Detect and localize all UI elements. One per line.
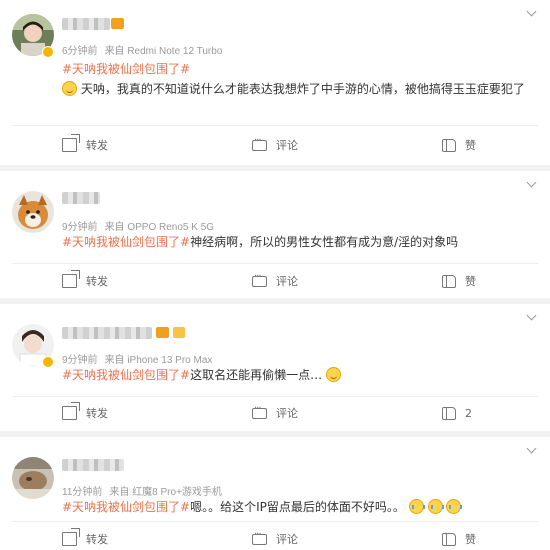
member-badge-icon (111, 18, 124, 29)
chevron-down-icon[interactable] (526, 179, 538, 191)
comment-label: 评论 (276, 407, 298, 420)
comment-button[interactable]: 评论 (252, 271, 298, 291)
crown-badge-icon (156, 327, 169, 338)
crying-emoji-icon (446, 499, 463, 514)
verified-badge (42, 356, 54, 368)
action-bar: 转发 评论 赞 (0, 271, 550, 291)
comment-body: 天呐，我真的不知道说什么才能表达我想炸了中手游的心情，被他搞得玉玉症要犯了 (80, 82, 525, 96)
post-source: 来自 Redmi Note 12 Turbo (104, 46, 223, 57)
comment-body: 神经病啊，所以的男性女性都有成为意/淫的对象吗 (190, 235, 459, 249)
comment-body: 这取名还能再偷懒一点… (190, 368, 323, 382)
comment-icon (252, 529, 267, 545)
action-bar: 转发 评论 赞 (0, 135, 550, 155)
thumbs-up-icon (442, 274, 456, 288)
like-button[interactable]: 赞 (442, 135, 476, 155)
comment-body: 嗯。。给这个IP留点最后的体面不好吗。。 (190, 500, 405, 514)
post-source: 来自 红魔8 Pro+游戏手机 (109, 487, 222, 498)
comment-label: 评论 (276, 533, 298, 546)
post-time: 9分钟前 (62, 355, 98, 366)
crying-emoji-icon (408, 499, 425, 514)
repost-label: 转发 (86, 139, 108, 152)
post-source: 来自 iPhone 13 Pro Max (104, 355, 213, 366)
like-label: 赞 (465, 533, 476, 546)
post-time: 6分钟前 (62, 46, 98, 57)
divider (12, 263, 538, 264)
repost-button[interactable]: 转发 (62, 529, 108, 549)
like-label: 赞 (465, 275, 476, 288)
repost-button[interactable]: 转发 (62, 271, 108, 291)
comment-card: 9分钟前 来自 iPhone 13 Pro Max #天呐我被仙剑包围了#这取名还… (0, 304, 550, 431)
chevron-down-icon[interactable] (526, 445, 538, 457)
share-icon (62, 274, 77, 288)
topic-link[interactable]: #天呐我被仙剑包围了# (62, 235, 190, 249)
thumbs-up-icon (442, 532, 456, 546)
smile-emoji-icon (62, 81, 77, 96)
share-icon (62, 532, 77, 546)
verified-badge (42, 46, 54, 58)
comment-icon (252, 135, 267, 151)
username-blurred[interactable] (62, 192, 100, 204)
topic-link[interactable]: #天呐我被仙剑包围了# (62, 500, 190, 514)
comment-label: 评论 (276, 139, 298, 152)
thumbs-up-icon (442, 406, 456, 420)
comment-text: 天呐，我真的不知道说什么才能表达我想炸了中手游的心情，被他搞得玉玉症要犯了 (62, 81, 525, 97)
action-bar: 转发 评论 2 (0, 403, 550, 423)
thumbs-up-icon (442, 138, 456, 152)
like-label: 赞 (465, 139, 476, 152)
chevron-down-icon[interactable] (526, 8, 538, 20)
post-meta: 6分钟前 来自 Redmi Note 12 Turbo (62, 42, 222, 57)
username-blurred[interactable] (62, 327, 152, 339)
post-meta: 9分钟前 来自 OPPO Reno5 K 5G (62, 218, 214, 233)
comment-card: 11分钟前 来自 红魔8 Pro+游戏手机 #天呐我被仙剑包围了#嗯。。给这个IP… (0, 437, 550, 550)
comment-text: #天呐我被仙剑包围了#这取名还能再偷懒一点… (62, 367, 341, 383)
like-button[interactable]: 赞 (442, 271, 476, 291)
avatar[interactable] (12, 191, 54, 233)
repost-button[interactable]: 转发 (62, 135, 108, 155)
divider (12, 521, 538, 522)
comment-card: 9分钟前 来自 OPPO Reno5 K 5G #天呐我被仙剑包围了#神经病啊，所… (0, 171, 550, 298)
username-blurred[interactable] (62, 18, 110, 30)
avatar[interactable] (12, 457, 54, 499)
post-time: 9分钟前 (62, 222, 98, 233)
share-icon (62, 406, 77, 420)
username-blurred[interactable] (62, 459, 124, 471)
comment-text: #天呐我被仙剑包围了#神经病啊，所以的男性女性都有成为意/淫的对象吗 (62, 234, 458, 250)
comment-button[interactable]: 评论 (252, 135, 298, 155)
repost-label: 转发 (86, 275, 108, 288)
info-badge-icon (173, 327, 185, 338)
like-button[interactable]: 赞 (442, 529, 476, 549)
chevron-down-icon[interactable] (526, 312, 538, 324)
post-meta: 11分钟前 来自 红魔8 Pro+游戏手机 (62, 483, 222, 498)
post-source: 来自 OPPO Reno5 K 5G (104, 222, 215, 233)
comment-button[interactable]: 评论 (252, 529, 298, 549)
like-button[interactable]: 2 (442, 403, 472, 423)
comment-label: 评论 (276, 275, 298, 288)
comment-icon (252, 271, 267, 287)
divider (12, 396, 538, 397)
crying-emoji-icon (427, 499, 444, 514)
repost-label: 转发 (86, 407, 108, 420)
topic-link[interactable]: #天呐我被仙剑包围了# (62, 368, 190, 382)
divider (12, 125, 538, 126)
action-bar: 转发 评论 赞 (0, 529, 550, 549)
post-meta: 9分钟前 来自 iPhone 13 Pro Max (62, 351, 212, 366)
comment-icon (252, 403, 267, 419)
post-time: 11分钟前 (62, 487, 103, 498)
share-icon (62, 138, 77, 152)
repost-label: 转发 (86, 533, 108, 546)
topic-link[interactable]: #天呐我被仙剑包围了# (62, 60, 190, 77)
like-count: 2 (465, 406, 472, 420)
repost-button[interactable]: 转发 (62, 403, 108, 423)
comment-button[interactable]: 评论 (252, 403, 298, 423)
smirk-emoji-icon (325, 367, 341, 382)
comment-text: #天呐我被仙剑包围了#嗯。。给这个IP留点最后的体面不好吗。。 (62, 499, 463, 515)
comment-card: 6分钟前 来自 Redmi Note 12 Turbo #天呐我被仙剑包围了# 天… (0, 0, 550, 165)
